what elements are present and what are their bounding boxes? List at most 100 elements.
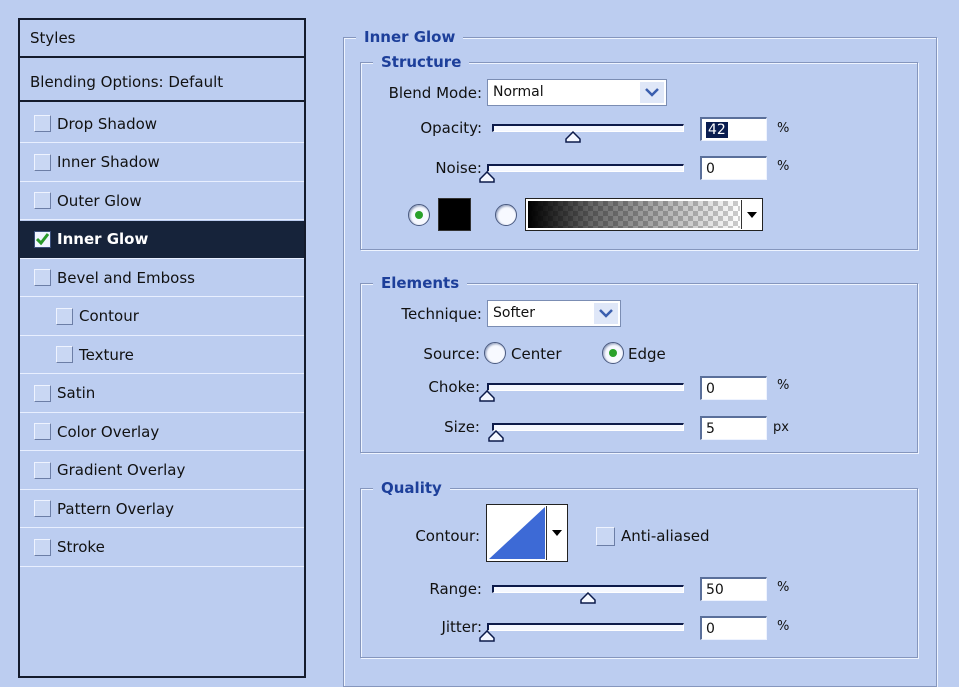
blend-mode-label: Blend Mode:: [388, 84, 482, 102]
style-item-label: Stroke: [57, 538, 105, 556]
checkbox-icon[interactable]: [56, 346, 73, 363]
source-label: Source:: [423, 345, 480, 363]
opacity-label: Opacity:: [420, 119, 482, 137]
style-item-label: Drop Shadow: [57, 114, 158, 133]
anti-aliased-label[interactable]: Anti-aliased: [621, 527, 710, 545]
style-item-gradient-overlay[interactable]: Gradient Overlay: [20, 452, 304, 490]
slider-thumb[interactable]: [488, 428, 504, 446]
style-item-color-overlay[interactable]: Color Overlay: [20, 413, 304, 451]
styles-header-label: Styles: [30, 29, 76, 47]
checkbox-icon[interactable]: [34, 384, 51, 402]
style-item-label: Satin: [57, 384, 96, 402]
style-item-inner-glow[interactable]: Inner Glow: [20, 220, 304, 259]
checkmark-checkbox-icon[interactable]: [34, 230, 51, 248]
slider-thumb[interactable]: [479, 628, 495, 646]
glow-color-swatch[interactable]: [438, 198, 471, 231]
checkbox-icon[interactable]: [34, 500, 51, 517]
style-item-label: Inner Shadow: [57, 153, 160, 171]
style-item-texture[interactable]: Texture: [20, 336, 304, 374]
jitter-unit: %: [777, 619, 790, 634]
blending-options-label: Blending Options: Default: [30, 73, 224, 91]
checkbox-icon[interactable]: [34, 538, 51, 556]
elements-title: Elements: [373, 273, 468, 293]
source-edge-label[interactable]: Edge: [628, 345, 666, 363]
gradient-checker: [528, 201, 740, 228]
noise-value: 0: [706, 161, 715, 177]
size-label: Size:: [444, 418, 480, 436]
style-item-label: Texture: [79, 345, 134, 364]
technique-select[interactable]: Softer: [487, 300, 621, 327]
contour-preview-icon: [489, 507, 545, 559]
checkbox-icon[interactable]: [34, 461, 51, 479]
checkbox-icon[interactable]: [34, 423, 51, 440]
range-input[interactable]: 50: [700, 577, 767, 601]
solid-color-radio[interactable]: [408, 204, 430, 226]
noise-unit: %: [777, 159, 790, 174]
contour-picker[interactable]: [486, 504, 568, 562]
size-slider[interactable]: [492, 423, 684, 431]
size-value: 5: [706, 421, 715, 437]
checkbox-icon[interactable]: [34, 269, 51, 286]
style-item-label: Pattern Overlay: [57, 499, 175, 518]
jitter-value: 0: [706, 621, 715, 637]
style-item-label: Inner Glow: [57, 230, 149, 248]
style-item-inner-shadow[interactable]: Inner Shadow: [20, 144, 304, 182]
quality-title: Quality: [373, 478, 450, 498]
choke-value: 0: [706, 381, 715, 397]
style-item-pattern-overlay[interactable]: Pattern Overlay: [20, 490, 304, 528]
anti-aliased-checkbox[interactable]: [596, 527, 615, 546]
choke-slider[interactable]: [487, 383, 684, 391]
jitter-input[interactable]: 0: [700, 616, 767, 640]
blend-mode-select[interactable]: Normal: [487, 79, 667, 106]
structure-title: Structure: [373, 52, 470, 72]
slider-thumb[interactable]: [479, 388, 495, 406]
style-item-satin[interactable]: Satin: [20, 375, 304, 413]
gradient-radio[interactable]: [495, 204, 517, 226]
style-item-contour[interactable]: Contour: [20, 298, 304, 336]
styles-header[interactable]: Styles: [20, 20, 304, 58]
noise-slider[interactable]: [487, 164, 684, 172]
size-unit: px: [773, 420, 789, 435]
blending-options-row[interactable]: Blending Options: Default: [20, 64, 304, 102]
slider-thumb[interactable]: [564, 129, 581, 147]
gradient-dropdown-icon[interactable]: [741, 200, 761, 229]
checkbox-icon[interactable]: [34, 153, 51, 171]
gradient-picker[interactable]: [525, 198, 763, 231]
inner-glow-title: Inner Glow: [356, 27, 464, 47]
technique-value: Softer: [493, 305, 535, 321]
chevron-down-icon: [594, 303, 618, 324]
style-item-drop-shadow[interactable]: Drop Shadow: [20, 105, 304, 143]
slider-thumb[interactable]: [479, 169, 495, 187]
noise-input[interactable]: 0: [700, 156, 767, 180]
jitter-label: Jitter:: [441, 618, 482, 636]
style-item-bevel-and-emboss[interactable]: Bevel and Emboss: [20, 259, 304, 297]
gradient-fill: [528, 201, 740, 228]
opacity-unit: %: [777, 121, 790, 136]
size-input[interactable]: 5: [700, 416, 767, 440]
choke-label: Choke:: [428, 378, 480, 396]
opacity-input[interactable]: 42: [700, 117, 767, 141]
style-item-stroke[interactable]: Stroke: [20, 529, 304, 567]
contour-dropdown-icon[interactable]: [546, 506, 566, 560]
source-edge-radio[interactable]: [602, 342, 624, 364]
choke-unit: %: [777, 378, 790, 393]
style-item-outer-glow[interactable]: Outer Glow: [20, 182, 304, 220]
chevron-down-icon: [640, 82, 664, 103]
checkbox-icon[interactable]: [34, 115, 51, 132]
style-item-label: Bevel and Emboss: [57, 268, 195, 287]
style-item-label: Color Overlay: [57, 422, 160, 441]
checkbox-icon[interactable]: [34, 192, 51, 209]
checkbox-icon[interactable]: [56, 307, 73, 325]
contour-label: Contour:: [415, 527, 480, 545]
noise-label: Noise:: [435, 159, 482, 177]
slider-thumb[interactable]: [580, 590, 596, 608]
opacity-value: 42: [706, 122, 728, 138]
style-item-label: Contour: [79, 307, 139, 325]
blend-mode-value: Normal: [493, 84, 544, 100]
source-center-label[interactable]: Center: [511, 345, 562, 363]
styles-list-panel: Styles Blending Options: Default Drop Sh…: [18, 18, 306, 678]
source-center-radio[interactable]: [484, 342, 506, 364]
opacity-slider[interactable]: [492, 124, 684, 132]
choke-input[interactable]: 0: [700, 376, 767, 400]
jitter-slider[interactable]: [487, 623, 684, 631]
